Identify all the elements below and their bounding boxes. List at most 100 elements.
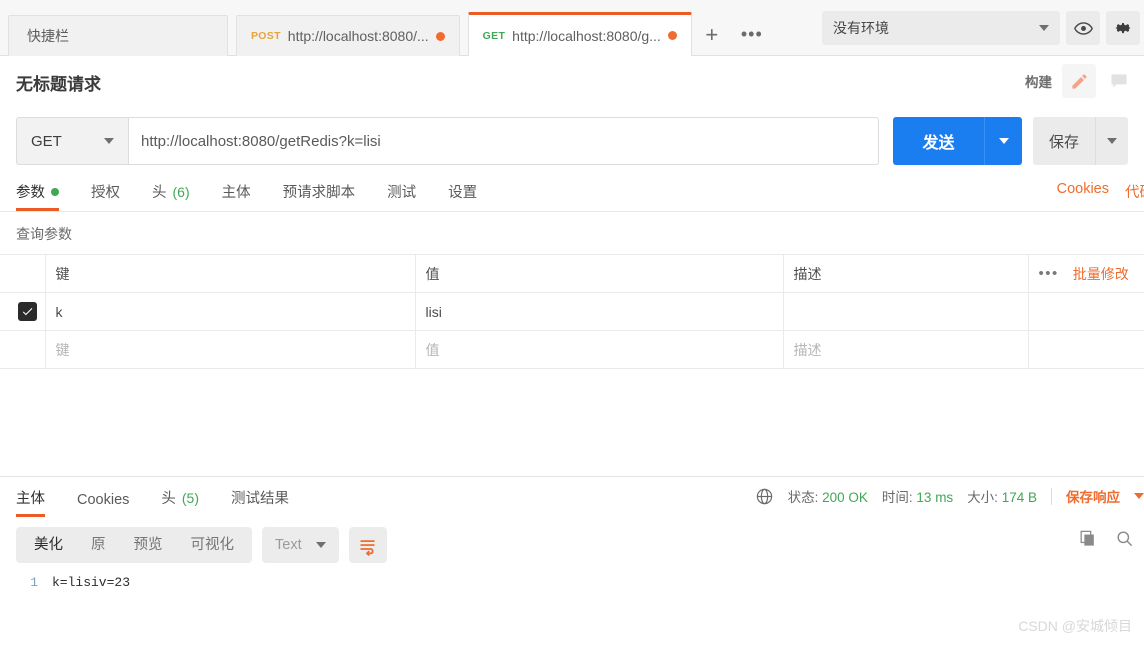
chevron-down-icon: [1107, 138, 1117, 144]
new-param-description-input[interactable]: 描述: [783, 330, 1029, 369]
request-title-row: 无标题请求 构建: [0, 56, 1144, 108]
save-response-button[interactable]: 保存响应: [1066, 486, 1120, 506]
page-title: 无标题请求: [16, 74, 101, 94]
param-value-cell[interactable]: lisi: [415, 292, 784, 331]
send-button-group: 发送: [893, 117, 1022, 165]
header-actions: ••• 批量修改: [1028, 254, 1144, 293]
globe-icon: [756, 488, 772, 504]
tab-authorization-label: 授权: [91, 185, 120, 201]
response-tab-body-label: 主体: [16, 491, 45, 507]
response-tab-test-results[interactable]: 测试结果: [231, 487, 289, 517]
environment-area: 没有环境: [822, 0, 1144, 56]
view-mode-raw[interactable]: 原: [77, 527, 120, 563]
tab-shortcut-bar[interactable]: 快捷栏: [8, 15, 228, 56]
tab-headers-count: (6): [172, 183, 190, 200]
url-input[interactable]: http://localhost:8080/getRedis?k=lisi: [128, 117, 879, 165]
response-tab-test-results-label: 测试结果: [231, 491, 290, 507]
view-mode-visualize[interactable]: 可视化: [177, 527, 249, 563]
response-body-toolbar: 美化 原 预览 可视化 Text: [0, 517, 1144, 563]
response-tabs: 主体 Cookies 头 (5) 测试结果 状态: 200 OK 时间: 13 …: [0, 477, 1144, 517]
bulk-edit-button[interactable]: 批量修改: [1073, 264, 1129, 284]
chevron-down-icon[interactable]: [1134, 493, 1144, 499]
tab-tests[interactable]: 测试: [387, 181, 416, 211]
unsaved-dot-icon: [435, 31, 445, 41]
tab-options-button[interactable]: •••: [732, 14, 772, 55]
tab-params[interactable]: 参数: [16, 181, 59, 211]
code-line: 1 k=lisiv=23: [0, 575, 1144, 590]
response-format-label: Text: [275, 537, 302, 553]
response-tab-headers-label: 头: [161, 491, 176, 507]
postman-window: 快捷栏 POST http://localhost:8080/... GET h…: [0, 0, 1144, 648]
table-row: 键 值 描述: [0, 330, 1144, 369]
new-tab-button[interactable]: +: [692, 14, 732, 55]
unsaved-dot-icon: [667, 31, 677, 40]
tab-headers[interactable]: 头 (6): [152, 181, 190, 211]
new-param-actions-cell: [1028, 330, 1144, 369]
tab-headers-label: 头: [152, 185, 167, 201]
params-more-options-button[interactable]: •••: [1039, 265, 1059, 282]
header-description: 描述: [783, 254, 1029, 293]
response-body-code[interactable]: 1 k=lisiv=23: [0, 563, 1144, 590]
line-number: 1: [30, 575, 38, 590]
tab-bar: 快捷栏 POST http://localhost:8080/... GET h…: [0, 0, 1144, 56]
param-description-cell[interactable]: [783, 292, 1029, 331]
time-group: 时间: 13 ms: [882, 486, 953, 506]
tab-params-label: 参数: [16, 185, 45, 201]
tab-authorization[interactable]: 授权: [91, 181, 120, 211]
search-icon: [1117, 531, 1133, 547]
send-options-button[interactable]: [984, 117, 1022, 165]
comment-icon: [1111, 74, 1127, 88]
save-button[interactable]: 保存: [1033, 117, 1095, 165]
response-tab-headers[interactable]: 头 (5): [161, 487, 199, 517]
new-param-value-input[interactable]: 值: [415, 330, 784, 369]
line-content: k=lisiv=23: [52, 575, 131, 590]
response-meta: 状态: 200 OK 时间: 13 ms 大小: 174 B 保存响应: [755, 486, 1144, 506]
search-response-button[interactable]: [1115, 529, 1134, 553]
response-tab-body[interactable]: 主体: [16, 487, 45, 517]
time-label: 时间:: [881, 490, 913, 505]
environment-quick-look-button[interactable]: [1066, 11, 1100, 45]
tab-body[interactable]: 主体: [222, 181, 251, 211]
tab-pre-request-script[interactable]: 预请求脚本: [283, 181, 356, 211]
tab-settings[interactable]: 设置: [448, 181, 477, 211]
view-mode-preview[interactable]: 预览: [120, 527, 177, 563]
param-actions-cell: [1028, 292, 1144, 331]
status-label: 状态:: [787, 490, 819, 505]
request-title-actions: 构建: [1025, 64, 1136, 98]
code-link[interactable]: 代码: [1125, 181, 1144, 202]
url-bar: GET http://localhost:8080/getRedis?k=lis…: [0, 108, 1144, 174]
settings-button[interactable]: [1106, 11, 1140, 45]
new-param-key-input[interactable]: 键: [45, 330, 416, 369]
edit-request-button[interactable]: [1062, 64, 1096, 98]
send-button[interactable]: 发送: [893, 117, 984, 165]
param-key-cell[interactable]: k: [45, 292, 416, 331]
request-section-tabs: 参数 授权 头 (6) 主体 预请求脚本 测试 设置 Cookies 代码: [0, 174, 1144, 212]
param-enabled-checkbox[interactable]: [18, 302, 37, 321]
time-value: 13 ms: [916, 490, 954, 505]
view-mode-pretty[interactable]: 美化: [20, 527, 77, 563]
row-checkbox-cell: [0, 292, 46, 331]
request-tab-post[interactable]: POST http://localhost:8080/...: [236, 15, 460, 56]
tab-tests-label: 测试: [387, 185, 417, 201]
comments-button[interactable]: [1102, 64, 1136, 98]
tab-url-label: http://localhost:8080/g...: [512, 27, 661, 44]
http-method-label: GET: [31, 132, 62, 150]
tab-settings-label: 设置: [448, 185, 478, 201]
chevron-down-icon: [998, 138, 1009, 144]
pencil-icon: [1071, 73, 1087, 89]
request-tab-get[interactable]: GET http://localhost:8080/g...: [467, 12, 692, 56]
response-tab-cookies[interactable]: Cookies: [77, 492, 129, 517]
tab-pre-request-script-label: 预请求脚本: [282, 185, 356, 201]
save-button-group: 保存: [1033, 117, 1128, 165]
build-label: 构建: [1025, 75, 1052, 90]
cookies-link[interactable]: Cookies: [1057, 181, 1109, 202]
check-icon: [22, 308, 33, 316]
word-wrap-button[interactable]: [348, 527, 387, 563]
copy-response-button[interactable]: [1078, 529, 1097, 553]
http-method-select[interactable]: GET: [16, 117, 128, 165]
response-tab-headers-count: (5): [181, 489, 200, 506]
response-format-select[interactable]: Text: [262, 527, 339, 563]
save-options-button[interactable]: [1095, 117, 1128, 165]
environment-selected-label: 没有环境: [833, 20, 889, 36]
environment-select[interactable]: 没有环境: [822, 11, 1060, 45]
